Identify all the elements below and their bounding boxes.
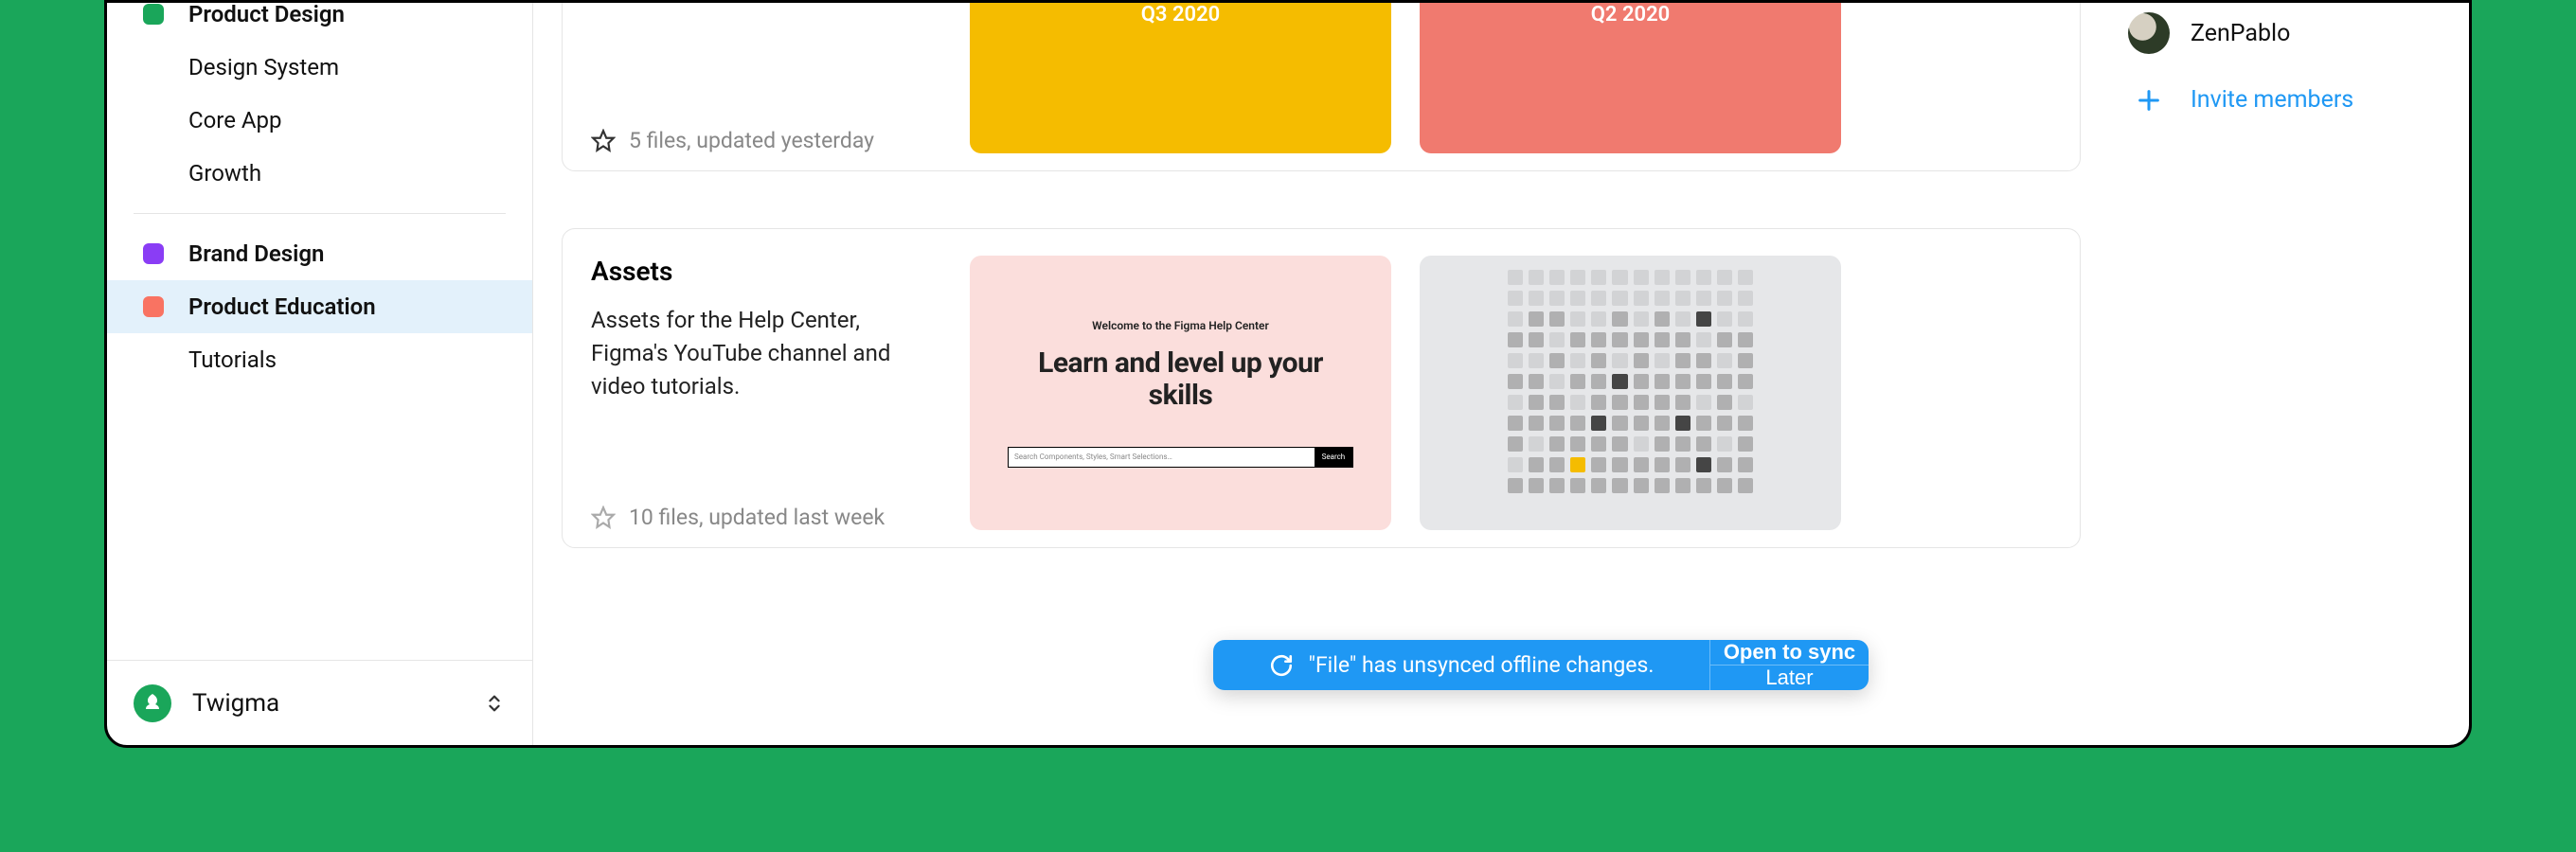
folder-swatch-icon bbox=[143, 296, 164, 317]
star-icon[interactable] bbox=[591, 129, 616, 153]
sidebar-item-label: Growth bbox=[188, 160, 261, 186]
hc-welcome: Welcome to the Figma Help Center bbox=[1008, 319, 1353, 332]
avatar bbox=[2128, 12, 2170, 54]
project-footer-text: 10 files, updated last week bbox=[629, 505, 885, 530]
sidebar: Product Design Design System Core App Gr… bbox=[107, 3, 533, 745]
help-center-preview: Welcome to the Figma Help Center Learn a… bbox=[1008, 319, 1353, 468]
sidebar-item-label: Tutorials bbox=[188, 346, 277, 373]
app-window: Product Design Design System Core App Gr… bbox=[104, 0, 2472, 748]
sidebar-divider bbox=[134, 213, 506, 214]
file-thumbnail[interactable]: Screenshots Q3 2020 bbox=[970, 3, 1391, 153]
sidebar-item-core-app[interactable]: Core App bbox=[107, 94, 532, 147]
sidebar-item-design-system[interactable]: Design System bbox=[107, 41, 532, 94]
workspace-name: Twigma bbox=[192, 689, 483, 718]
thumbnail-subtitle: Q3 2020 bbox=[1141, 3, 1220, 27]
folder-swatch-icon bbox=[143, 243, 164, 264]
chevron-up-down-icon bbox=[483, 692, 506, 715]
sidebar-item-product-education[interactable]: Product Education bbox=[107, 280, 532, 333]
folder-swatch-icon bbox=[143, 4, 164, 25]
project-card[interactable]: Assets Assets for the Help Center, Figma… bbox=[562, 228, 2081, 548]
invite-label: Invite members bbox=[2191, 86, 2353, 114]
toast-primary-button[interactable]: Open to sync bbox=[1710, 640, 1869, 666]
sidebar-item-label: Brand Design bbox=[188, 240, 324, 267]
file-thumbnail[interactable] bbox=[1420, 256, 1841, 530]
project-meta: 5 files, updated yesterday bbox=[591, 3, 941, 153]
sidebar-item-product-design[interactable]: Product Design bbox=[107, 0, 532, 41]
sidebar-item-tutorials[interactable]: Tutorials bbox=[107, 333, 532, 386]
workspace-switcher[interactable]: Twigma bbox=[107, 660, 532, 745]
sidebar-item-label: Core App bbox=[188, 107, 282, 133]
sidebar-nav: Product Design Design System Core App Gr… bbox=[107, 3, 532, 660]
toast-actions: Open to sync Later bbox=[1709, 640, 1869, 690]
sidebar-item-label: Product Design bbox=[188, 1, 345, 27]
project-card[interactable]: 5 files, updated yesterday Screenshots Q… bbox=[562, 3, 2081, 171]
refresh-icon bbox=[1269, 653, 1294, 678]
thumbnail-subtitle: Q2 2020 bbox=[1591, 3, 1670, 27]
sidebar-item-label: Design System bbox=[188, 54, 339, 80]
toast-message: "File" has unsynced offline changes. bbox=[1309, 652, 1655, 678]
sidebar-item-growth[interactable]: Growth bbox=[107, 147, 532, 200]
hc-search-placeholder: Search Components, Styles, Smart Selecti… bbox=[1014, 453, 1172, 461]
file-thumbnail[interactable]: Welcome to the Figma Help Center Learn a… bbox=[970, 256, 1391, 530]
workspace-logo-icon bbox=[134, 684, 171, 722]
toast-message-area: "File" has unsynced offline changes. bbox=[1213, 640, 1709, 690]
project-footer-text: 5 files, updated yesterday bbox=[629, 128, 874, 153]
hc-headline: Learn and level up your skills bbox=[1008, 347, 1353, 413]
members-panel: ZenPablo Invite members bbox=[2128, 3, 2441, 717]
icon-grid-preview bbox=[1508, 270, 1752, 517]
invite-members-button[interactable]: Invite members bbox=[2128, 86, 2441, 114]
sidebar-item-label: Product Education bbox=[188, 293, 376, 320]
project-description: Assets for the Help Center, Figma's YouT… bbox=[591, 304, 941, 402]
main-content: 5 files, updated yesterday Screenshots Q… bbox=[533, 3, 2469, 745]
star-icon[interactable] bbox=[591, 506, 616, 530]
plus-icon bbox=[2128, 87, 2170, 114]
hc-search-button: Search bbox=[1315, 448, 1352, 467]
hc-search-mock: Search Components, Styles, Smart Selecti… bbox=[1008, 447, 1353, 468]
member-row[interactable]: ZenPablo bbox=[2128, 12, 2441, 54]
project-footer: 5 files, updated yesterday bbox=[591, 128, 941, 153]
project-list: 5 files, updated yesterday Screenshots Q… bbox=[562, 3, 2081, 717]
project-title: Assets bbox=[591, 256, 941, 287]
toast-secondary-button[interactable]: Later bbox=[1710, 666, 1869, 690]
project-footer: 10 files, updated last week bbox=[591, 505, 941, 530]
project-meta: Assets Assets for the Help Center, Figma… bbox=[591, 256, 941, 530]
member-name: ZenPablo bbox=[2191, 20, 2290, 47]
sidebar-item-brand-design[interactable]: Brand Design bbox=[107, 227, 532, 280]
sync-toast: "File" has unsynced offline changes. Ope… bbox=[1213, 640, 1869, 690]
file-thumbnail[interactable]: Screenshots Q2 2020 bbox=[1420, 3, 1841, 153]
